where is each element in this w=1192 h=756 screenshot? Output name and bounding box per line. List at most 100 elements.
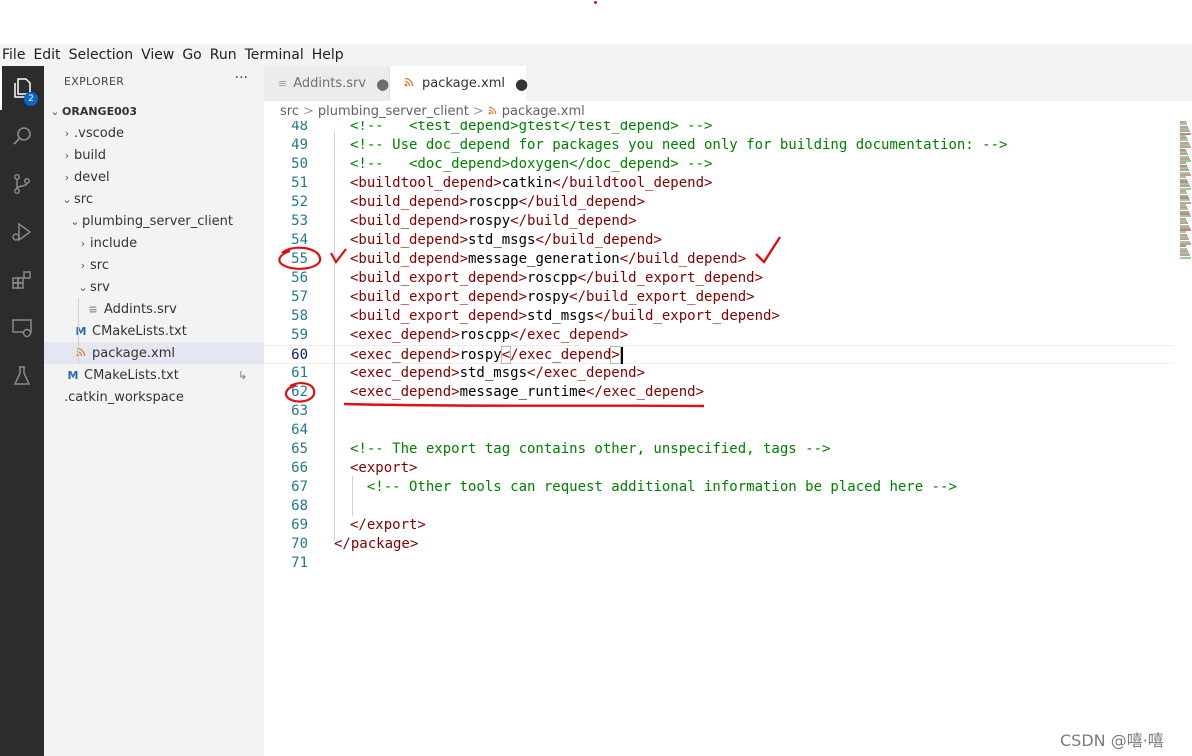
unsaved-dot-icon[interactable]: ● [376, 75, 389, 93]
testing-activity[interactable] [0, 354, 44, 398]
code-text: </package> [334, 536, 419, 552]
tree-item-cmakelists-inner[interactable]: M CMakeLists.txt [44, 320, 264, 342]
tree-item-vscode[interactable]: › .vscode [44, 122, 264, 144]
code-line[interactable]: 70 </package> [264, 535, 1174, 554]
chevron-right-icon: › [64, 170, 70, 184]
code-editor[interactable]: 48 <!-- <test_depend>gtest</test_depend> … [264, 121, 1192, 756]
tree-item-srv[interactable]: ⌄ srv [44, 276, 264, 298]
tree-item-src[interactable]: ⌄ src [44, 188, 264, 210]
menu-help[interactable]: Help [310, 47, 350, 63]
code-line[interactable]: 51 <buildtool_depend>catkin</buildtool_de… [264, 174, 1174, 193]
tree-item-label: plumbing_server_client [82, 213, 233, 229]
breadcrumb-separator: > [472, 103, 484, 119]
code-text: <exec_depend>std_msgs</exec_depend> [350, 365, 646, 381]
code-line[interactable]: 52 <build_depend>roscpp</build_depend> [264, 193, 1174, 212]
red-dot-mark [594, 1, 597, 4]
breadcrumb: src > plumbing_server_client > package.x… [264, 101, 1192, 121]
explorer-title: EXPLORER [64, 75, 125, 88]
code-line[interactable]: 67 <!-- Other tools can request addition… [264, 478, 1174, 497]
line-number: 61 [291, 365, 308, 381]
tree-item-addints-srv[interactable]: ≡ Addints.srv [44, 298, 264, 320]
code-text: <exec_depend>rospy</exec_depend> [350, 346, 623, 365]
menu-bar: File Edit Selection View Go Run Terminal… [0, 44, 1192, 66]
line-number: 51 [291, 175, 308, 191]
breadcrumb-file[interactable]: package.xml [502, 104, 585, 119]
code-line[interactable]: 63 [264, 402, 1174, 421]
chevron-down-icon: ⌄ [50, 104, 60, 118]
tab-addints-srv[interactable]: ≡ Addints.srv ● [264, 66, 390, 101]
breadcrumb-package-folder[interactable]: plumbing_server_client [318, 104, 469, 119]
code-line[interactable]: 50 <!-- <doc_depend>doxygen</doc_depend> … [264, 155, 1174, 174]
code-line[interactable]: 57 <build_export_depend>rospy</build_expo… [264, 288, 1174, 307]
code-text: <!-- <test_depend>gtest</test_depend> --… [350, 121, 713, 134]
explorer-badge: 2 [24, 92, 38, 106]
tree-item-devel[interactable]: › devel [44, 166, 264, 188]
search-activity[interactable] [0, 114, 44, 158]
menu-edit[interactable]: Edit [31, 47, 66, 63]
flask-icon [13, 366, 31, 385]
tree-item-label: package.xml [92, 345, 175, 361]
code-line[interactable]: 58 <build_export_depend>std_msgs</build_e… [264, 307, 1174, 326]
minimap-line [1180, 256, 1191, 259]
extensions-icon [12, 271, 31, 289]
tree-item-include[interactable]: › include [44, 232, 264, 254]
tree-item-cmakelists-top[interactable]: M CMakeLists.txt ↳ [44, 364, 264, 386]
code-line[interactable]: 55 <build_depend>message_generation</buil… [264, 250, 1174, 269]
explorer-sidebar: EXPLORER ··· ⌄ ORANGE003 › .vscode › bui… [44, 66, 264, 756]
line-number: 53 [291, 213, 308, 229]
code-line[interactable]: 66 <export> [264, 459, 1174, 478]
line-number: 63 [291, 403, 308, 419]
code-line[interactable]: 60 <exec_depend>rospy</exec_depend> [264, 345, 1174, 364]
menu-selection[interactable]: Selection [67, 47, 140, 63]
code-line[interactable]: 49 <!-- Use doc_depend for packages you n… [264, 136, 1174, 155]
tree-item-src-inner[interactable]: › src [44, 254, 264, 276]
lines-file-icon: ≡ [278, 77, 288, 90]
code-line[interactable]: 53 <build_depend>rospy</build_depend> [264, 212, 1174, 231]
minimap[interactable] [1180, 121, 1192, 261]
line-number: 66 [291, 460, 308, 476]
extensions-activity[interactable] [0, 258, 44, 302]
run-debug-activity[interactable] [0, 210, 44, 254]
tree-item-build[interactable]: › build [44, 144, 264, 166]
code-line[interactable]: 56 <build_export_depend>roscpp</build_exp… [264, 269, 1174, 288]
explorer-activity[interactable]: 2 [0, 66, 44, 110]
line-number: 56 [291, 270, 308, 286]
breadcrumb-src[interactable]: src [280, 104, 299, 119]
unsaved-dot-icon[interactable]: ● [515, 75, 528, 93]
menu-file[interactable]: File [0, 47, 31, 63]
chevron-right-icon: › [80, 236, 86, 250]
code-line[interactable]: 59 <exec_depend>roscpp</exec_depend> [264, 326, 1174, 345]
code-text: <exec_depend>message_runtime</exec_depen… [350, 384, 705, 400]
menu-view[interactable]: View [139, 47, 180, 63]
code-line[interactable]: 48 <!-- <test_depend>gtest</test_depend> … [264, 121, 1174, 136]
breadcrumb-separator: > [302, 103, 314, 119]
code-text: <build_export_depend>std_msgs</build_exp… [350, 308, 780, 324]
tab-package-xml[interactable]: package.xml ● [390, 66, 528, 101]
menu-terminal[interactable]: Terminal [243, 47, 310, 63]
menu-go[interactable]: Go [180, 47, 207, 63]
tree-item-label: src [74, 191, 93, 207]
tree-item-plumbing-server-client[interactable]: ⌄ plumbing_server_client [44, 210, 264, 232]
search-icon [13, 127, 31, 145]
code-line[interactable]: 64 [264, 421, 1174, 440]
lines-file-icon: ≡ [88, 302, 98, 316]
chevron-right-icon: › [64, 126, 70, 140]
workspace-root[interactable]: ⌄ ORANGE003 [44, 100, 264, 122]
code-line[interactable]: 69 </export> [264, 516, 1174, 535]
code-line[interactable]: 61 <exec_depend>std_msgs</exec_depend> [264, 364, 1174, 383]
rss-file-icon [488, 104, 497, 119]
code-line[interactable]: 62 <exec_depend>message_runtime</exec_dep… [264, 383, 1174, 402]
code-text: <exec_depend>roscpp</exec_depend> [350, 327, 629, 343]
code-line[interactable]: 65 <!-- The export tag contains other, un… [264, 440, 1174, 459]
source-control-activity[interactable] [0, 162, 44, 206]
more-actions-icon[interactable]: ··· [235, 70, 248, 86]
remote-explorer-activity[interactable] [0, 306, 44, 350]
menu-run[interactable]: Run [208, 47, 243, 63]
tree-item-package-xml[interactable]: package.xml [44, 342, 264, 364]
tree-item-catkin-workspace[interactable]: .catkin_workspace [44, 386, 264, 408]
code-line[interactable]: 68 [264, 497, 1174, 516]
code-text: <build_depend>roscpp</build_depend> [350, 194, 646, 210]
code-line[interactable]: 54 <build_depend>std_msgs</build_depend> [264, 231, 1174, 250]
code-text: <!-- <doc_depend>doxygen</doc_depend> --… [350, 156, 713, 172]
code-line[interactable]: 71 [264, 554, 1174, 573]
